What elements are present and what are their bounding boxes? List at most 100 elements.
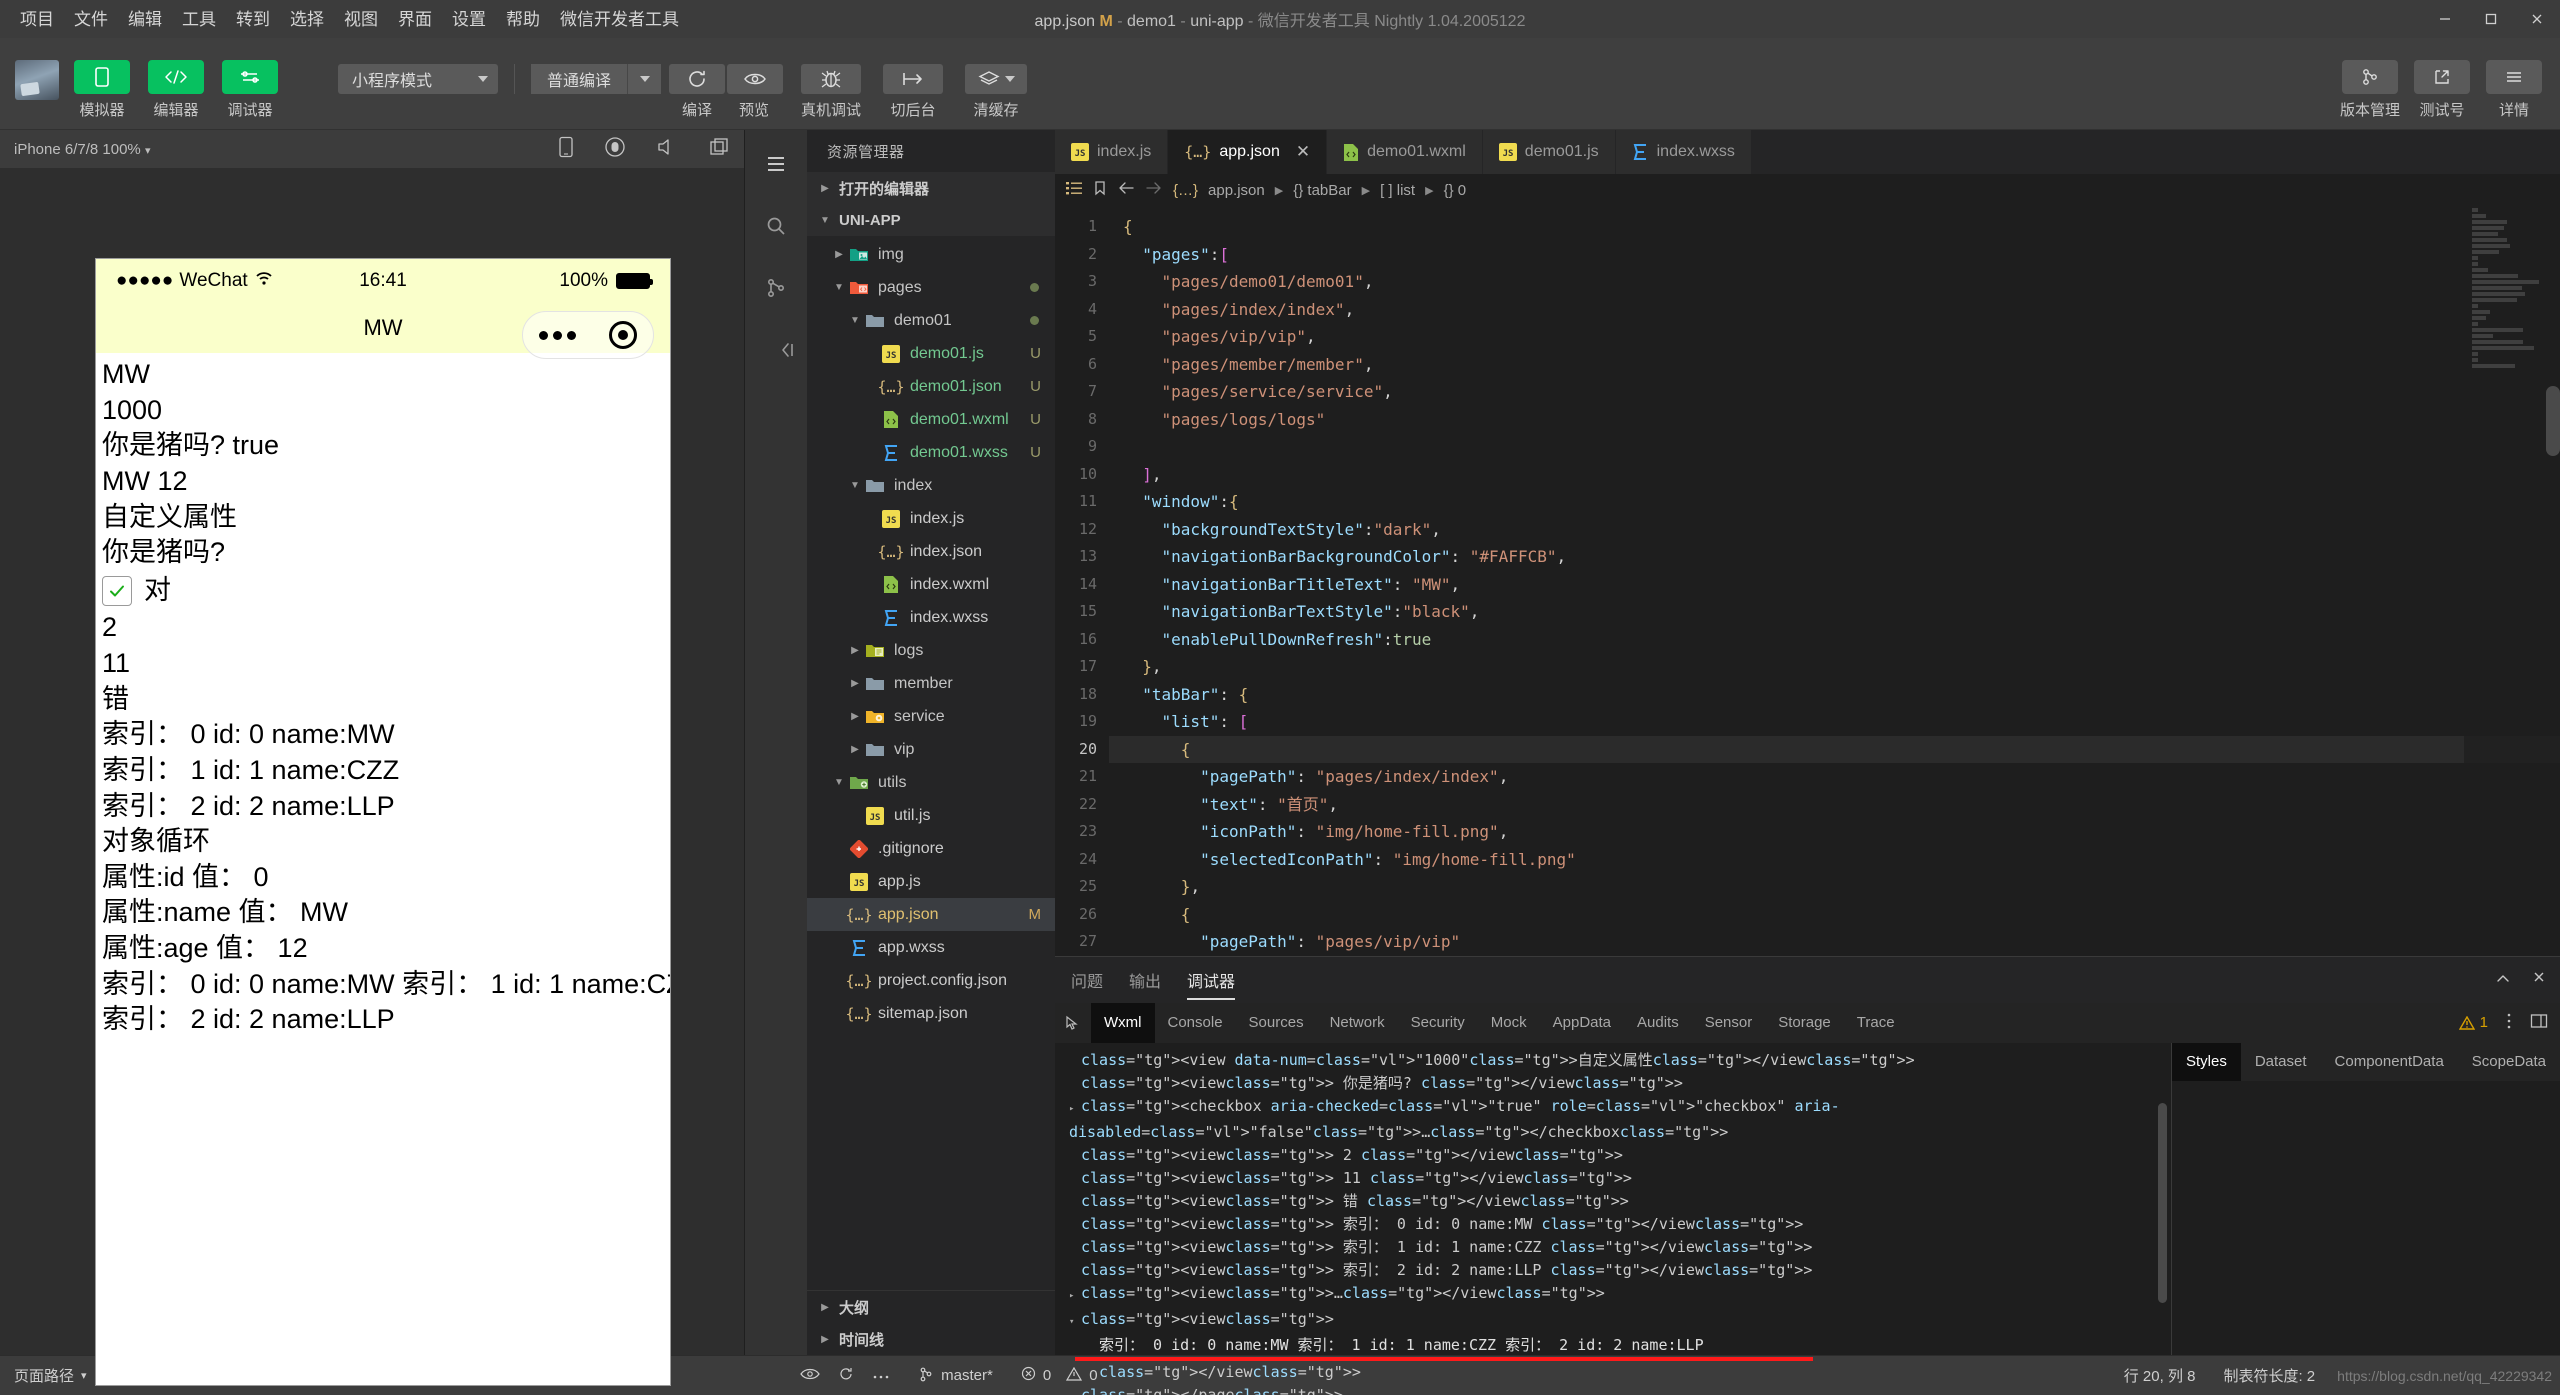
- project-avatar[interactable]: [0, 38, 74, 100]
- menu-item-settings[interactable]: 设置: [442, 8, 496, 31]
- wxml-node[interactable]: class="tg"></pageclass="tg">>: [1069, 1384, 2171, 1395]
- menu-item-edit[interactable]: 编辑: [118, 8, 172, 31]
- disclosure-triangle-icon[interactable]: ▸: [1069, 1098, 1081, 1121]
- inspect-element-icon[interactable]: [1055, 1003, 1091, 1043]
- tree-folder-member[interactable]: ▶ member: [807, 667, 1055, 700]
- indent-setting[interactable]: 制表符长度: 2: [2209, 1365, 2329, 1386]
- code-line[interactable]: "pages":[: [1109, 241, 2560, 269]
- tree-file-index-json[interactable]: {…} index.json: [807, 535, 1055, 568]
- code-line[interactable]: "pages/demo01/demo01",: [1109, 268, 2560, 296]
- page-checkbox-row[interactable]: 对: [102, 573, 664, 609]
- devtools-tab-console[interactable]: Console: [1155, 1003, 1236, 1043]
- tree-file-project-config-json[interactable]: {…} project.config.json: [807, 964, 1055, 997]
- devtools-tab-security[interactable]: Security: [1398, 1003, 1478, 1043]
- minimize-icon[interactable]: [2422, 0, 2468, 38]
- panel-tab-problems[interactable]: 问题: [1071, 956, 1103, 1004]
- symbol-list-icon[interactable]: [1065, 180, 1083, 200]
- wxml-node[interactable]: class="tg"></viewclass="tg">>: [1069, 1361, 2171, 1384]
- wechat-capsule[interactable]: [522, 311, 654, 359]
- open-editors-section[interactable]: ▶ 打开的编辑器: [807, 172, 1055, 204]
- code-line[interactable]: "list": [: [1109, 708, 2560, 736]
- switch-background-button[interactable]: [883, 64, 944, 94]
- close-tab-icon[interactable]: ✕: [1296, 142, 1310, 162]
- code-line[interactable]: "enablePullDownRefresh":true: [1109, 626, 2560, 654]
- source-control-icon[interactable]: [756, 268, 796, 308]
- maximize-icon[interactable]: [2468, 0, 2514, 38]
- tree-file-app-json[interactable]: {…} app.json M: [807, 898, 1055, 931]
- wxml-scrollbar[interactable]: [2157, 1102, 2167, 1303]
- branch-status[interactable]: master*: [904, 1366, 1007, 1386]
- phone-rotate-icon[interactable]: [558, 136, 574, 162]
- styles-tab-componentdata[interactable]: ComponentData: [2321, 1043, 2458, 1081]
- realdevice-debug-button[interactable]: [801, 64, 862, 94]
- bookmark-icon[interactable]: [1093, 180, 1107, 200]
- devtools-tab-network[interactable]: Network: [1317, 1003, 1398, 1043]
- tree-file-demo01-js[interactable]: JS demo01.js U: [807, 337, 1055, 370]
- styles-tab-scopedata[interactable]: ScopeData: [2458, 1043, 2560, 1081]
- editor-tab-app-json[interactable]: {…} app.json ✕: [1168, 130, 1328, 174]
- collapse-icon[interactable]: [2496, 971, 2510, 989]
- menu-item-devtools[interactable]: 微信开发者工具: [550, 8, 689, 31]
- compile-dropdown-button[interactable]: [627, 64, 662, 94]
- close-capsule-icon[interactable]: [608, 321, 637, 349]
- panel-tab-debugger[interactable]: 调试器: [1187, 956, 1236, 1004]
- forward-icon[interactable]: [1145, 181, 1163, 199]
- devtools-tab-audits[interactable]: Audits: [1624, 1003, 1692, 1043]
- volume-icon[interactable]: [656, 137, 678, 161]
- menu-item-project[interactable]: 项目: [10, 8, 64, 31]
- record-icon[interactable]: [604, 136, 626, 162]
- wxml-node[interactable]: 索引： 0 id: 0 name:MW 索引： 1 id: 1 name:CZZ…: [1069, 1334, 2171, 1357]
- code-line[interactable]: "pages/member/member",: [1109, 351, 2560, 379]
- simulator-toggle-button[interactable]: 模拟器: [74, 60, 130, 120]
- code-line[interactable]: "backgroundTextStyle":"dark",: [1109, 516, 2560, 544]
- tree-file-util-js[interactable]: JS util.js: [807, 799, 1055, 832]
- code-line[interactable]: },: [1109, 653, 2560, 681]
- menu-item-goto[interactable]: 转到: [226, 8, 280, 31]
- close-icon[interactable]: [2514, 0, 2560, 38]
- wxml-node[interactable]: class="tg"><viewclass="tg">> 索引： 0 id: 0…: [1069, 1213, 2171, 1236]
- breadcrumb-tabbar[interactable]: {} tabBar: [1293, 182, 1351, 199]
- code-line[interactable]: "pagePath": "pages/vip/vip": [1109, 928, 2560, 956]
- search-icon[interactable]: [756, 206, 796, 246]
- tree-folder-vip[interactable]: ▶ vip: [807, 733, 1055, 766]
- checkbox-checked-icon[interactable]: [102, 575, 132, 606]
- page-path-select[interactable]: 页面路径 ▾: [0, 1365, 101, 1386]
- code-line[interactable]: },: [1109, 873, 2560, 901]
- devtools-tab-mock[interactable]: Mock: [1478, 1003, 1540, 1043]
- code-line[interactable]: "navigationBarTextStyle":"black",: [1109, 598, 2560, 626]
- devtools-tab-wxml[interactable]: Wxml: [1091, 1002, 1155, 1043]
- devtools-tab-storage[interactable]: Storage: [1765, 1003, 1844, 1043]
- code-line[interactable]: "pages/service/service",: [1109, 378, 2560, 406]
- eye-icon[interactable]: [800, 1367, 820, 1385]
- tree-file--gitignore[interactable]: .gitignore: [807, 832, 1055, 865]
- editor-scrollbar[interactable]: [2546, 386, 2560, 456]
- tree-folder-img[interactable]: ▶ img: [807, 238, 1055, 271]
- wxml-node[interactable]: class="tg"><viewclass="tg">> 你是猪吗? class…: [1069, 1072, 2171, 1095]
- tree-folder-utils[interactable]: ▼ utils: [807, 766, 1055, 799]
- code-line[interactable]: "pagePath": "pages/index/index",: [1109, 763, 2560, 791]
- devtools-tab-sources[interactable]: Sources: [1236, 1003, 1317, 1043]
- tree-folder-demo01[interactable]: ▼ demo01: [807, 304, 1055, 337]
- code-line[interactable]: "pages/vip/vip",: [1109, 323, 2560, 351]
- devtools-tab-sensor[interactable]: Sensor: [1692, 1003, 1766, 1043]
- code-content[interactable]: { "pages":[ "pages/demo01/demo01", "page…: [1109, 206, 2560, 956]
- devtools-tab-appdata[interactable]: AppData: [1540, 1003, 1624, 1043]
- explorer-icon[interactable]: [756, 144, 796, 184]
- wxml-node[interactable]: class="tg"><viewclass="tg">> 11 class="t…: [1069, 1167, 2171, 1190]
- code-line[interactable]: ],: [1109, 461, 2560, 489]
- styles-tab-dataset[interactable]: Dataset: [2241, 1043, 2321, 1081]
- device-select[interactable]: iPhone 6/7/8 100% ▾: [14, 141, 150, 158]
- more-icon[interactable]: [872, 1367, 890, 1384]
- screenshot-icon[interactable]: [708, 137, 730, 161]
- menu-item-view[interactable]: 视图: [334, 8, 388, 31]
- sync-icon[interactable]: [838, 1366, 854, 1386]
- code-line[interactable]: {: [1109, 735, 2560, 763]
- disclosure-triangle-icon[interactable]: ▸: [1069, 1285, 1081, 1308]
- tree-file-app-js[interactable]: JS app.js: [807, 865, 1055, 898]
- code-line[interactable]: "window":{: [1109, 488, 2560, 516]
- tree-file-demo01-wxml[interactable]: demo01.wxml U: [807, 403, 1055, 436]
- compile-select[interactable]: 普通编译: [531, 64, 628, 94]
- tree-folder-service[interactable]: ▶ service: [807, 700, 1055, 733]
- wxml-node[interactable]: class="tg"><view data-num=class="vl">"10…: [1069, 1049, 2171, 1072]
- code-line[interactable]: [1109, 433, 2560, 461]
